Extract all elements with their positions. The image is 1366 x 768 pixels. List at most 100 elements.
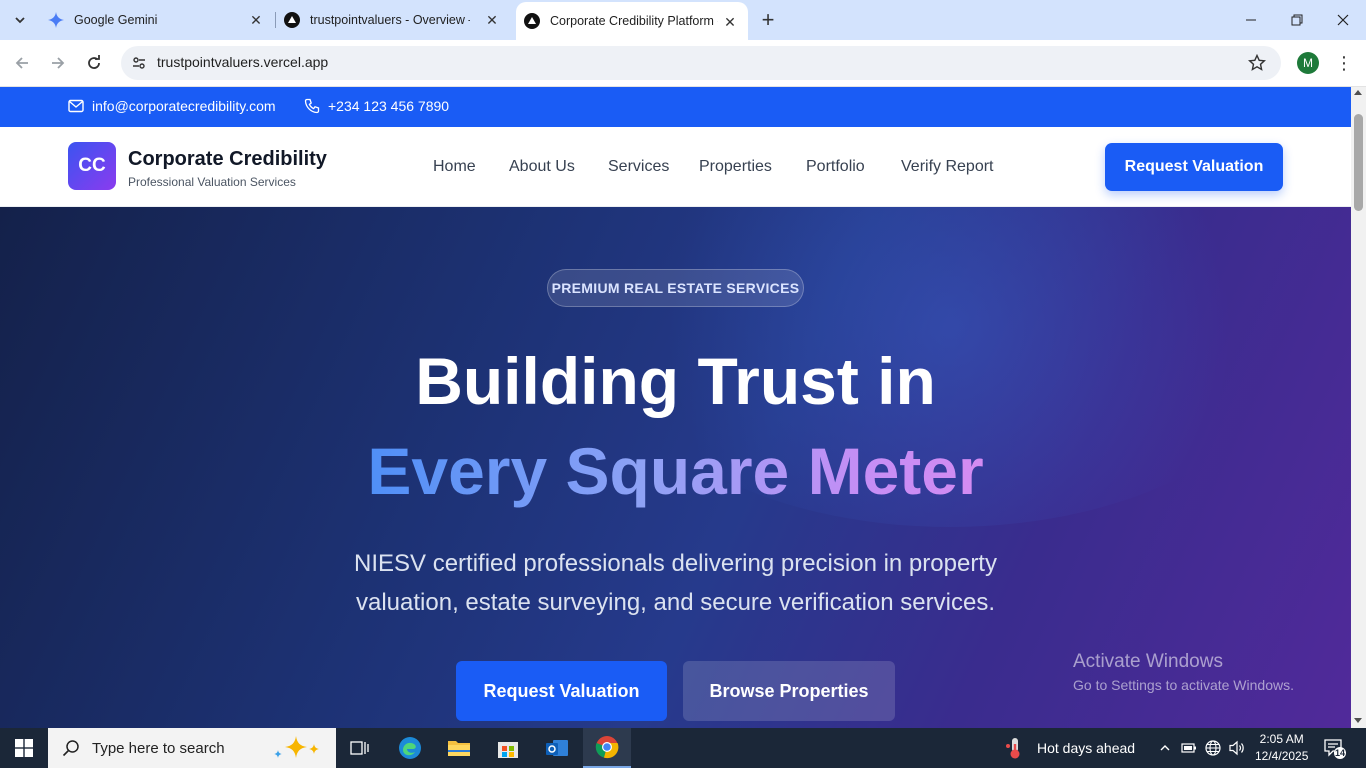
nav-about-us[interactable]: About Us xyxy=(509,158,575,176)
minimize-button[interactable] xyxy=(1228,0,1274,40)
nav-portfolio[interactable]: Portfolio xyxy=(806,158,865,176)
restore-icon xyxy=(1291,14,1303,26)
address-bar[interactable]: trustpointvaluers.vercel.app xyxy=(121,46,1281,80)
folder-icon xyxy=(448,741,470,756)
outlook-taskbar-button[interactable] xyxy=(533,728,581,768)
nav-home[interactable]: Home xyxy=(433,158,476,176)
kebab-menu-icon[interactable]: ⋮ xyxy=(1334,52,1354,74)
url-text[interactable]: trustpointvaluers.vercel.app xyxy=(157,54,328,70)
tab-title: Corporate Credibility Platform - xyxy=(550,14,718,28)
search-placeholder: Type here to search xyxy=(92,739,225,757)
weather-widget[interactable]: Hot days ahead xyxy=(1004,728,1135,768)
store-taskbar-button[interactable] xyxy=(484,728,532,768)
close-icon xyxy=(1337,14,1349,26)
tab-search-button[interactable] xyxy=(6,7,34,33)
gemini-icon xyxy=(48,12,64,28)
outlook-icon xyxy=(546,740,568,756)
chrome-icon xyxy=(595,736,619,759)
page-viewport: info@corporatecredibility.com +234 123 4… xyxy=(0,87,1351,728)
activate-windows-watermark: Activate Windows Go to Settings to activ… xyxy=(1073,651,1294,693)
speaker-icon xyxy=(1229,740,1244,756)
browser-tab-vercel-overview[interactable]: trustpointvaluers - Overview – V ✕ xyxy=(276,0,510,40)
arrow-right-icon xyxy=(52,57,65,69)
nav-services[interactable]: Services xyxy=(608,158,669,176)
request-valuation-button[interactable]: Request Valuation xyxy=(456,661,667,721)
start-button[interactable] xyxy=(0,728,48,768)
vercel-icon xyxy=(284,12,300,28)
tab-title: trustpointvaluers - Overview – V xyxy=(310,13,470,27)
close-tab-icon[interactable]: ✕ xyxy=(722,14,738,30)
clock-date: 12/4/2025 xyxy=(1255,749,1309,763)
show-hidden-icons-button[interactable] xyxy=(1156,728,1174,768)
battery-button[interactable] xyxy=(1180,728,1198,768)
globe-icon xyxy=(1205,740,1221,756)
nav-properties[interactable]: Properties xyxy=(699,158,772,176)
browser-tab-gemini[interactable]: Google Gemini ✕ xyxy=(40,0,274,40)
close-window-button[interactable] xyxy=(1320,0,1366,40)
browser-toolbar: trustpointvaluers.vercel.app M ⋮ xyxy=(0,40,1366,87)
brand-tagline: Professional Valuation Services xyxy=(128,175,296,189)
new-tab-button[interactable]: + xyxy=(756,7,780,32)
network-button[interactable] xyxy=(1203,728,1223,768)
hero-title-gradient-text: Every Square Meter xyxy=(367,434,984,508)
tab-title: Google Gemini xyxy=(74,13,158,27)
notification-count: 14 xyxy=(1334,748,1345,758)
site-info-icon[interactable] xyxy=(129,53,149,73)
contact-phone[interactable]: +234 123 456 7890 xyxy=(304,98,449,114)
profile-avatar[interactable]: M xyxy=(1297,52,1319,74)
back-button[interactable] xyxy=(9,50,35,76)
reload-button[interactable] xyxy=(81,50,107,76)
close-tab-icon[interactable]: ✕ xyxy=(248,12,264,28)
bookmark-star-icon[interactable] xyxy=(1247,53,1267,73)
chrome-taskbar-button[interactable] xyxy=(583,728,631,768)
notification-center-button[interactable]: 14 xyxy=(1322,736,1346,760)
thermometer-icon xyxy=(1006,738,1020,759)
clock-time: 2:05 AM xyxy=(1259,732,1304,746)
scroll-down-arrow-icon[interactable] xyxy=(1354,718,1362,723)
restore-button[interactable] xyxy=(1274,0,1320,40)
minimize-icon xyxy=(1246,19,1256,21)
chevron-down-icon xyxy=(15,17,25,24)
nav-verify-report[interactable]: Verify Report xyxy=(901,158,993,176)
phone-icon xyxy=(304,98,320,114)
taskbar-clock[interactable]: 2:05 AM 12/4/2025 xyxy=(1255,731,1308,765)
hero-title-line2: Every Square Meter xyxy=(0,433,1351,509)
mail-icon xyxy=(68,99,84,113)
watermark-line2: Go to Settings to activate Windows. xyxy=(1073,677,1294,693)
windows-taskbar: Type here to search Hot days ahead 2:05 … xyxy=(0,728,1366,768)
vercel-icon xyxy=(524,13,540,29)
reload-icon xyxy=(88,55,100,69)
taskbar-search[interactable]: Type here to search xyxy=(48,728,336,768)
hero-subtitle: NIESV certified professionals delivering… xyxy=(354,550,997,616)
browser-tab-active[interactable]: Corporate Credibility Platform - ✕ xyxy=(516,2,748,40)
search-highlight-icon xyxy=(270,734,326,767)
forward-button[interactable] xyxy=(45,50,71,76)
watermark-line1: Activate Windows xyxy=(1073,651,1223,672)
page-scrollbar[interactable] xyxy=(1351,87,1366,728)
file-explorer-taskbar-button[interactable] xyxy=(435,728,483,768)
hero-badge: PREMIUM REAL ESTATE SERVICES xyxy=(547,269,804,307)
email-text: info@corporatecredibility.com xyxy=(92,98,276,114)
search-icon xyxy=(62,740,79,757)
contact-bar: info@corporatecredibility.com +234 123 4… xyxy=(0,87,1351,127)
phone-text: +234 123 456 7890 xyxy=(328,98,450,114)
browse-properties-button[interactable]: Browse Properties xyxy=(683,661,895,721)
store-icon xyxy=(498,742,518,758)
contact-email[interactable]: info@corporatecredibility.com xyxy=(68,98,276,114)
brand-logo[interactable]: CC xyxy=(68,142,116,190)
edge-taskbar-button[interactable] xyxy=(386,728,434,768)
battery-icon xyxy=(1181,743,1196,753)
weather-text: Hot days ahead xyxy=(1037,740,1136,756)
volume-button[interactable] xyxy=(1227,728,1247,768)
browser-tab-strip: Google Gemini ✕ trustpointvaluers - Over… xyxy=(0,0,1366,40)
site-header: CC Corporate Credibility Professional Va… xyxy=(0,127,1351,207)
request-valuation-header-button[interactable]: Request Valuation xyxy=(1105,143,1283,191)
chevron-up-icon xyxy=(1160,745,1170,751)
plus-icon: + xyxy=(761,7,775,32)
brand-name[interactable]: Corporate Credibility xyxy=(128,148,327,171)
scroll-up-arrow-icon[interactable] xyxy=(1354,90,1362,95)
close-tab-icon[interactable]: ✕ xyxy=(484,12,500,28)
task-view-button[interactable] xyxy=(336,728,384,768)
windows-logo-icon xyxy=(15,739,33,757)
scrollbar-thumb[interactable] xyxy=(1354,114,1363,211)
